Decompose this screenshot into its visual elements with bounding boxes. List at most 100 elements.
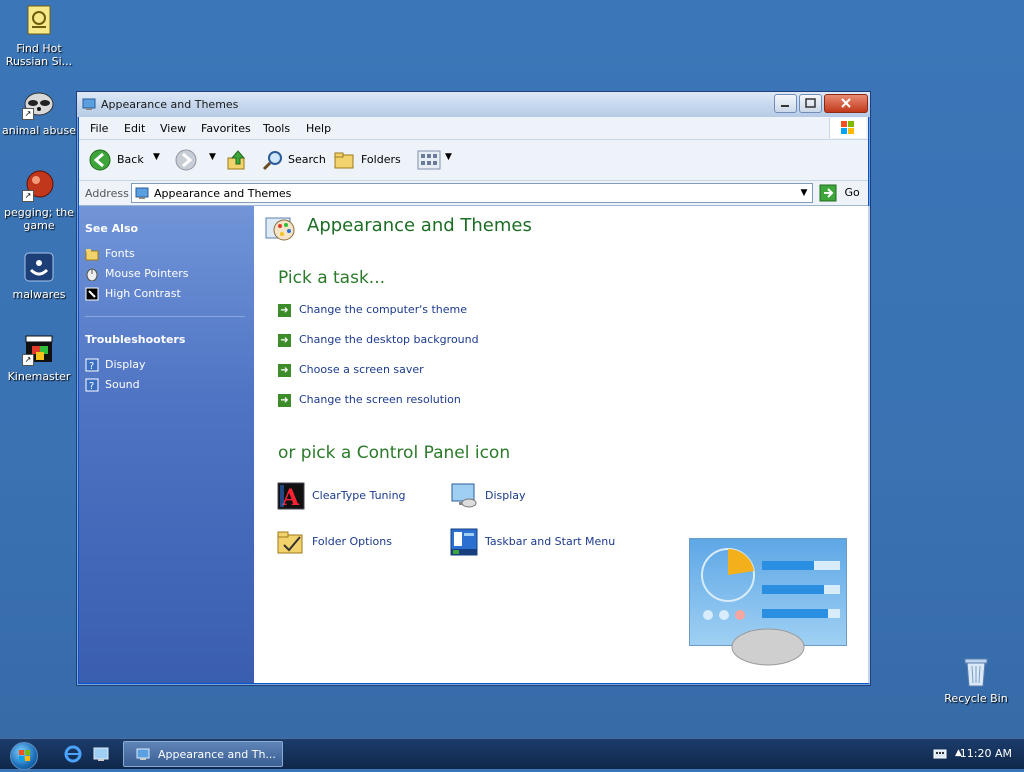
- address-dropdown-icon[interactable]: ▼: [796, 184, 812, 202]
- green-arrow-icon: ➜: [278, 333, 291, 347]
- scrollbar[interactable]: [868, 206, 870, 683]
- back-button[interactable]: Back: [117, 153, 144, 166]
- mouse-icon: [85, 267, 99, 282]
- pick-task-heading: Pick a task...: [278, 268, 386, 288]
- menu-bar: File Edit View Favorites Tools Help: [79, 117, 868, 140]
- content-area: Appearance and Themes Pick a task... ➜ Ch…: [254, 206, 868, 683]
- search-button[interactable]: Search: [288, 153, 326, 166]
- desktop-icon-label: pegging; the game: [4, 206, 74, 232]
- folders-icon[interactable]: [333, 149, 355, 171]
- desktop-icon-label: malwares: [12, 288, 66, 301]
- green-arrow-icon: ➜: [278, 303, 291, 317]
- see-also-high-contrast[interactable]: High Contrast: [85, 287, 181, 301]
- desktop-icon-label: Kinemaster: [7, 370, 71, 383]
- troubleshooter-display[interactable]: ? Display: [85, 358, 146, 372]
- raccoon-icon: ↗: [22, 86, 56, 120]
- pane-divider: [85, 316, 245, 317]
- desktop-icon-recycle-bin[interactable]: Recycle Bin: [938, 656, 1014, 705]
- menu-help[interactable]: Help: [306, 122, 331, 135]
- task-screen-saver[interactable]: ➜ Choose a screen saver: [278, 363, 424, 377]
- control-panel-window: Appearance and Themes File Edit View Fav…: [76, 91, 871, 686]
- toolbar: Back ▼ ▼ Search Folders ▼: [79, 140, 868, 181]
- search-icon[interactable]: [262, 149, 284, 171]
- desktop-icon-pegging-game[interactable]: ↗ pegging; the game: [0, 168, 78, 232]
- desktop-icon-label: Find Hot Russian Si...: [5, 42, 73, 68]
- control-panel-icon: [136, 747, 150, 761]
- window-title: Appearance and Themes: [101, 98, 239, 111]
- green-arrow-icon: ➜: [278, 393, 291, 407]
- high-contrast-icon: [85, 287, 99, 301]
- troubleshooter-sound[interactable]: ? Sound: [85, 378, 140, 392]
- title-bar[interactable]: Appearance and Themes: [77, 92, 870, 117]
- show-desktop-icon[interactable]: [92, 745, 110, 763]
- close-button[interactable]: [824, 94, 868, 113]
- recycle-bin-label: Recycle Bin: [944, 692, 1008, 705]
- svg-text:?: ?: [89, 361, 94, 372]
- views-dropdown-icon[interactable]: ▼: [445, 152, 452, 162]
- see-also-heading: See Also: [85, 222, 139, 235]
- folder-options-icon: [276, 527, 306, 557]
- forward-arrow-icon[interactable]: [175, 149, 197, 171]
- go-button[interactable]: Go: [819, 184, 860, 202]
- cleartype-icon: A: [276, 481, 306, 511]
- pick-icon-heading: or pick a Control Panel icon: [278, 443, 511, 463]
- desktop-icon-kinemaster[interactable]: ↗ Kinemaster: [0, 332, 78, 383]
- go-arrow-icon: [819, 184, 837, 202]
- menu-file[interactable]: File: [90, 122, 108, 135]
- taskbar-button-appearance-themes[interactable]: Appearance and Th...: [123, 741, 283, 767]
- views-icon[interactable]: [417, 149, 441, 171]
- taskbar-icon: [449, 527, 479, 557]
- help-icon: ?: [85, 358, 99, 372]
- address-value: Appearance and Themes: [154, 187, 292, 200]
- help-icon: ?: [85, 378, 99, 392]
- forward-dropdown-icon[interactable]: ▼: [209, 152, 216, 162]
- ball-icon: ↗: [22, 168, 56, 202]
- desktop-icon-animal-abuse[interactable]: ↗ animal abuse: [0, 86, 78, 137]
- address-label: Address: [85, 187, 129, 200]
- task-pane: See Also Fonts Mouse Pointers High Contr…: [79, 206, 254, 683]
- task-change-theme[interactable]: ➜ Change the computer's theme: [278, 303, 467, 317]
- address-field[interactable]: Appearance and Themes ▼: [131, 183, 813, 203]
- document-icon: [22, 4, 56, 38]
- system-tray: ▲ 11:20 AM: [919, 739, 1024, 769]
- desktop-icon-find-hot-russian[interactable]: Find Hot Russian Si...: [0, 4, 78, 68]
- maximize-button[interactable]: [799, 94, 822, 113]
- up-folder-icon[interactable]: [226, 149, 248, 171]
- recycle-bin-icon: [961, 656, 991, 688]
- shortcut-arrow-icon: ↗: [22, 190, 34, 202]
- address-bar: Address Appearance and Themes ▼ Go: [79, 181, 868, 206]
- menu-view[interactable]: View: [160, 122, 186, 135]
- app-icon: [22, 250, 56, 284]
- fonts-folder-icon: [85, 247, 99, 261]
- folders-button[interactable]: Folders: [361, 153, 401, 166]
- clapperboard-icon: ↗: [22, 332, 56, 366]
- back-dropdown-icon[interactable]: ▼: [153, 152, 160, 162]
- desktop-icon-label: animal abuse: [2, 124, 76, 137]
- green-arrow-icon: ➜: [278, 363, 291, 377]
- menu-tools[interactable]: Tools: [263, 122, 290, 135]
- clock[interactable]: 11:20 AM: [960, 747, 1012, 760]
- task-screen-resolution[interactable]: ➜ Change the screen resolution: [278, 393, 461, 407]
- back-arrow-icon[interactable]: [89, 149, 111, 171]
- see-also-mouse-pointers[interactable]: Mouse Pointers: [85, 267, 189, 282]
- shortcut-arrow-icon: ↗: [22, 354, 34, 366]
- task-change-background[interactable]: ➜ Change the desktop background: [278, 333, 479, 347]
- appearance-themes-icon: [264, 212, 298, 246]
- appearance-illustration: [689, 538, 847, 666]
- menu-favorites[interactable]: Favorites: [201, 122, 251, 135]
- see-also-fonts[interactable]: Fonts: [85, 247, 135, 261]
- windows-flag-icon: [829, 118, 866, 138]
- taskbar: Appearance and Th... ▲ 11:20 AM: [0, 738, 1024, 770]
- menu-edit[interactable]: Edit: [124, 122, 145, 135]
- internet-explorer-icon[interactable]: [64, 745, 82, 763]
- desktop-icon-malwares[interactable]: malwares: [0, 250, 78, 301]
- minimize-button[interactable]: [774, 94, 797, 113]
- start-orb-icon[interactable]: [10, 742, 38, 770]
- svg-text:?: ?: [89, 381, 94, 392]
- display-icon: [449, 481, 479, 511]
- page-title: Appearance and Themes: [307, 215, 532, 236]
- shortcut-arrow-icon: ↗: [22, 108, 34, 120]
- control-panel-icon: [82, 97, 96, 111]
- keyboard-icon[interactable]: [933, 747, 947, 761]
- control-panel-icon: [135, 186, 149, 200]
